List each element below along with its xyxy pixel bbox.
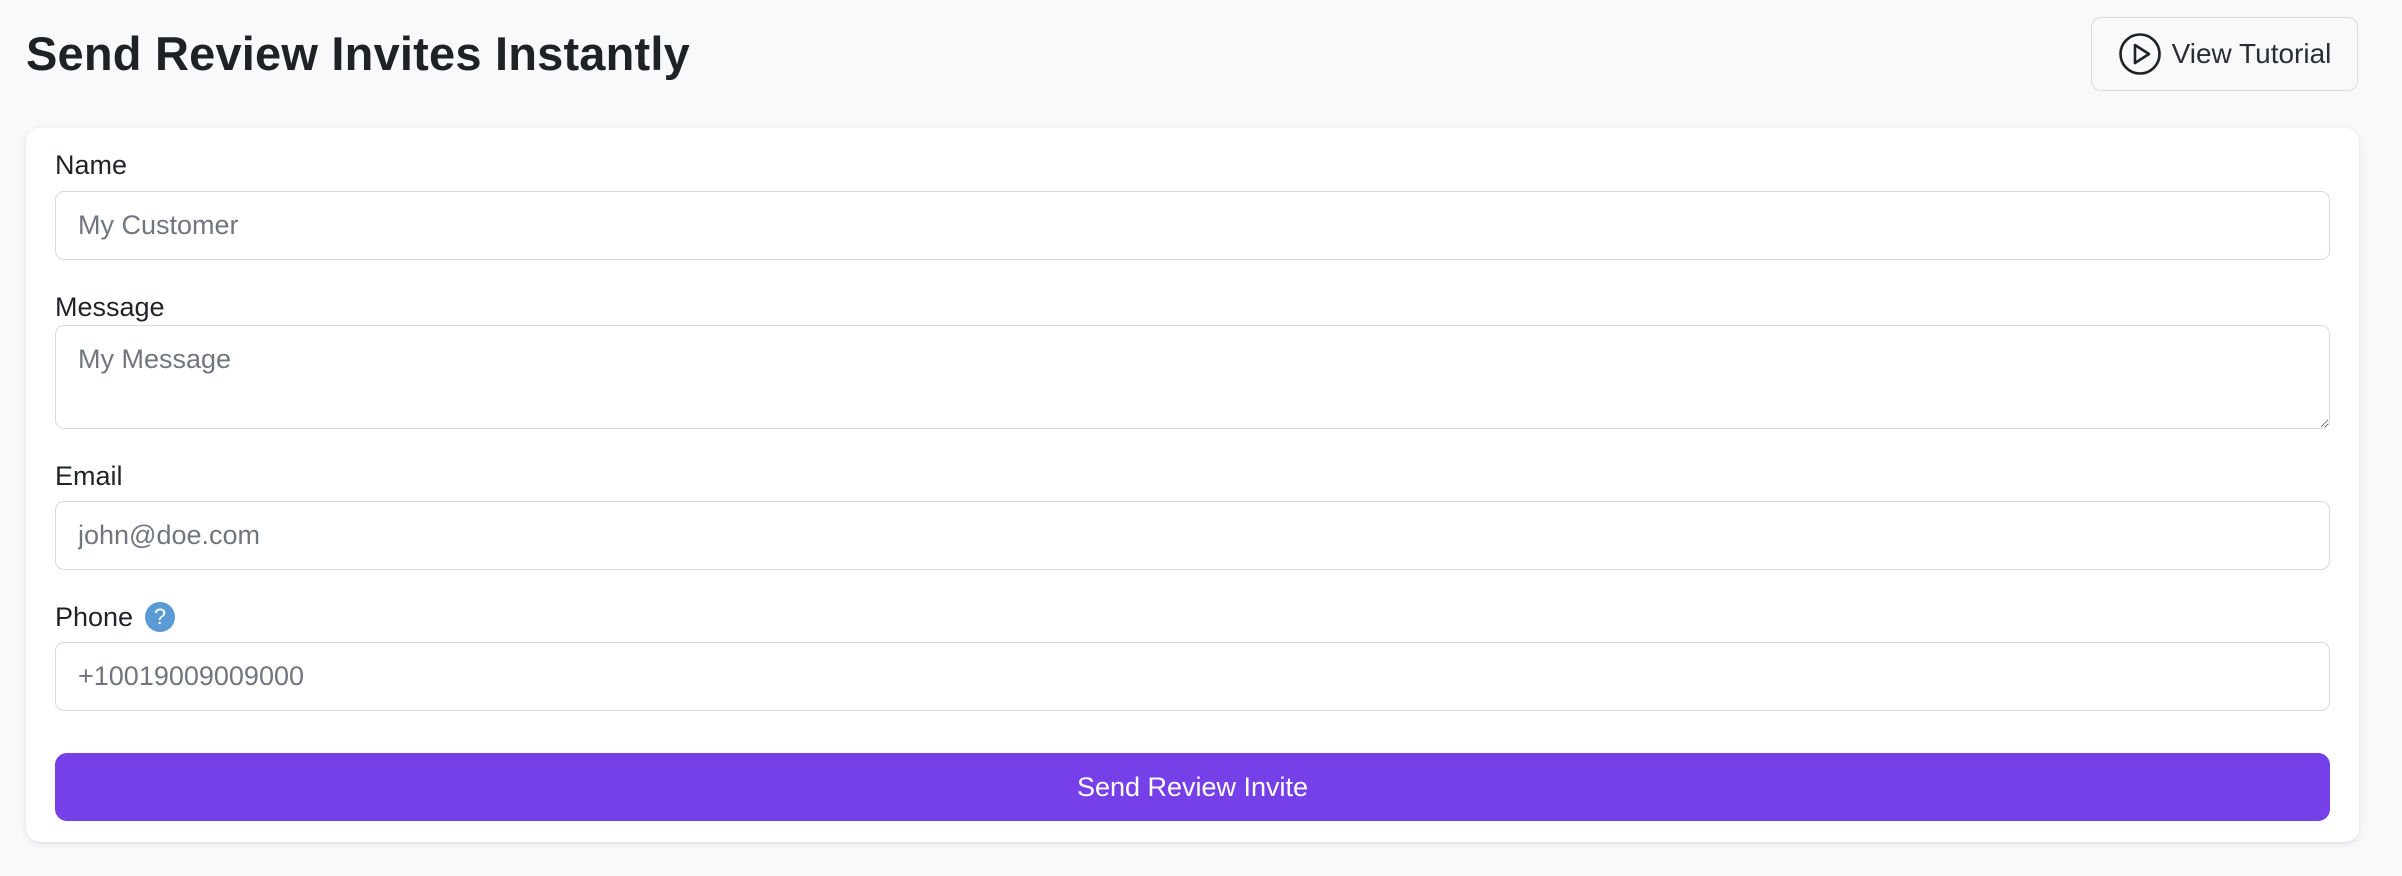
name-input[interactable] <box>55 191 2330 260</box>
email-label: Email <box>55 461 123 491</box>
help-circle-icon[interactable]: ? <box>145 602 175 632</box>
page-header: Send Review Invites Instantly View Tutor… <box>0 0 2402 110</box>
send-review-invite-button[interactable]: Send Review Invite <box>55 753 2330 821</box>
view-tutorial-label: View Tutorial <box>2171 38 2332 69</box>
message-label: Message <box>55 292 165 322</box>
play-circle-icon <box>2118 32 2162 76</box>
email-input[interactable] <box>55 501 2330 570</box>
message-textarea[interactable] <box>55 325 2330 429</box>
review-invite-form: Name Message Email Phone ? Send Review I… <box>26 128 2359 842</box>
name-label: Name <box>55 150 128 180</box>
view-tutorial-button[interactable]: View Tutorial <box>2091 17 2358 91</box>
phone-label: Phone <box>55 602 134 632</box>
page-title: Send Review Invites Instantly <box>26 27 691 80</box>
phone-input[interactable] <box>55 642 2330 711</box>
